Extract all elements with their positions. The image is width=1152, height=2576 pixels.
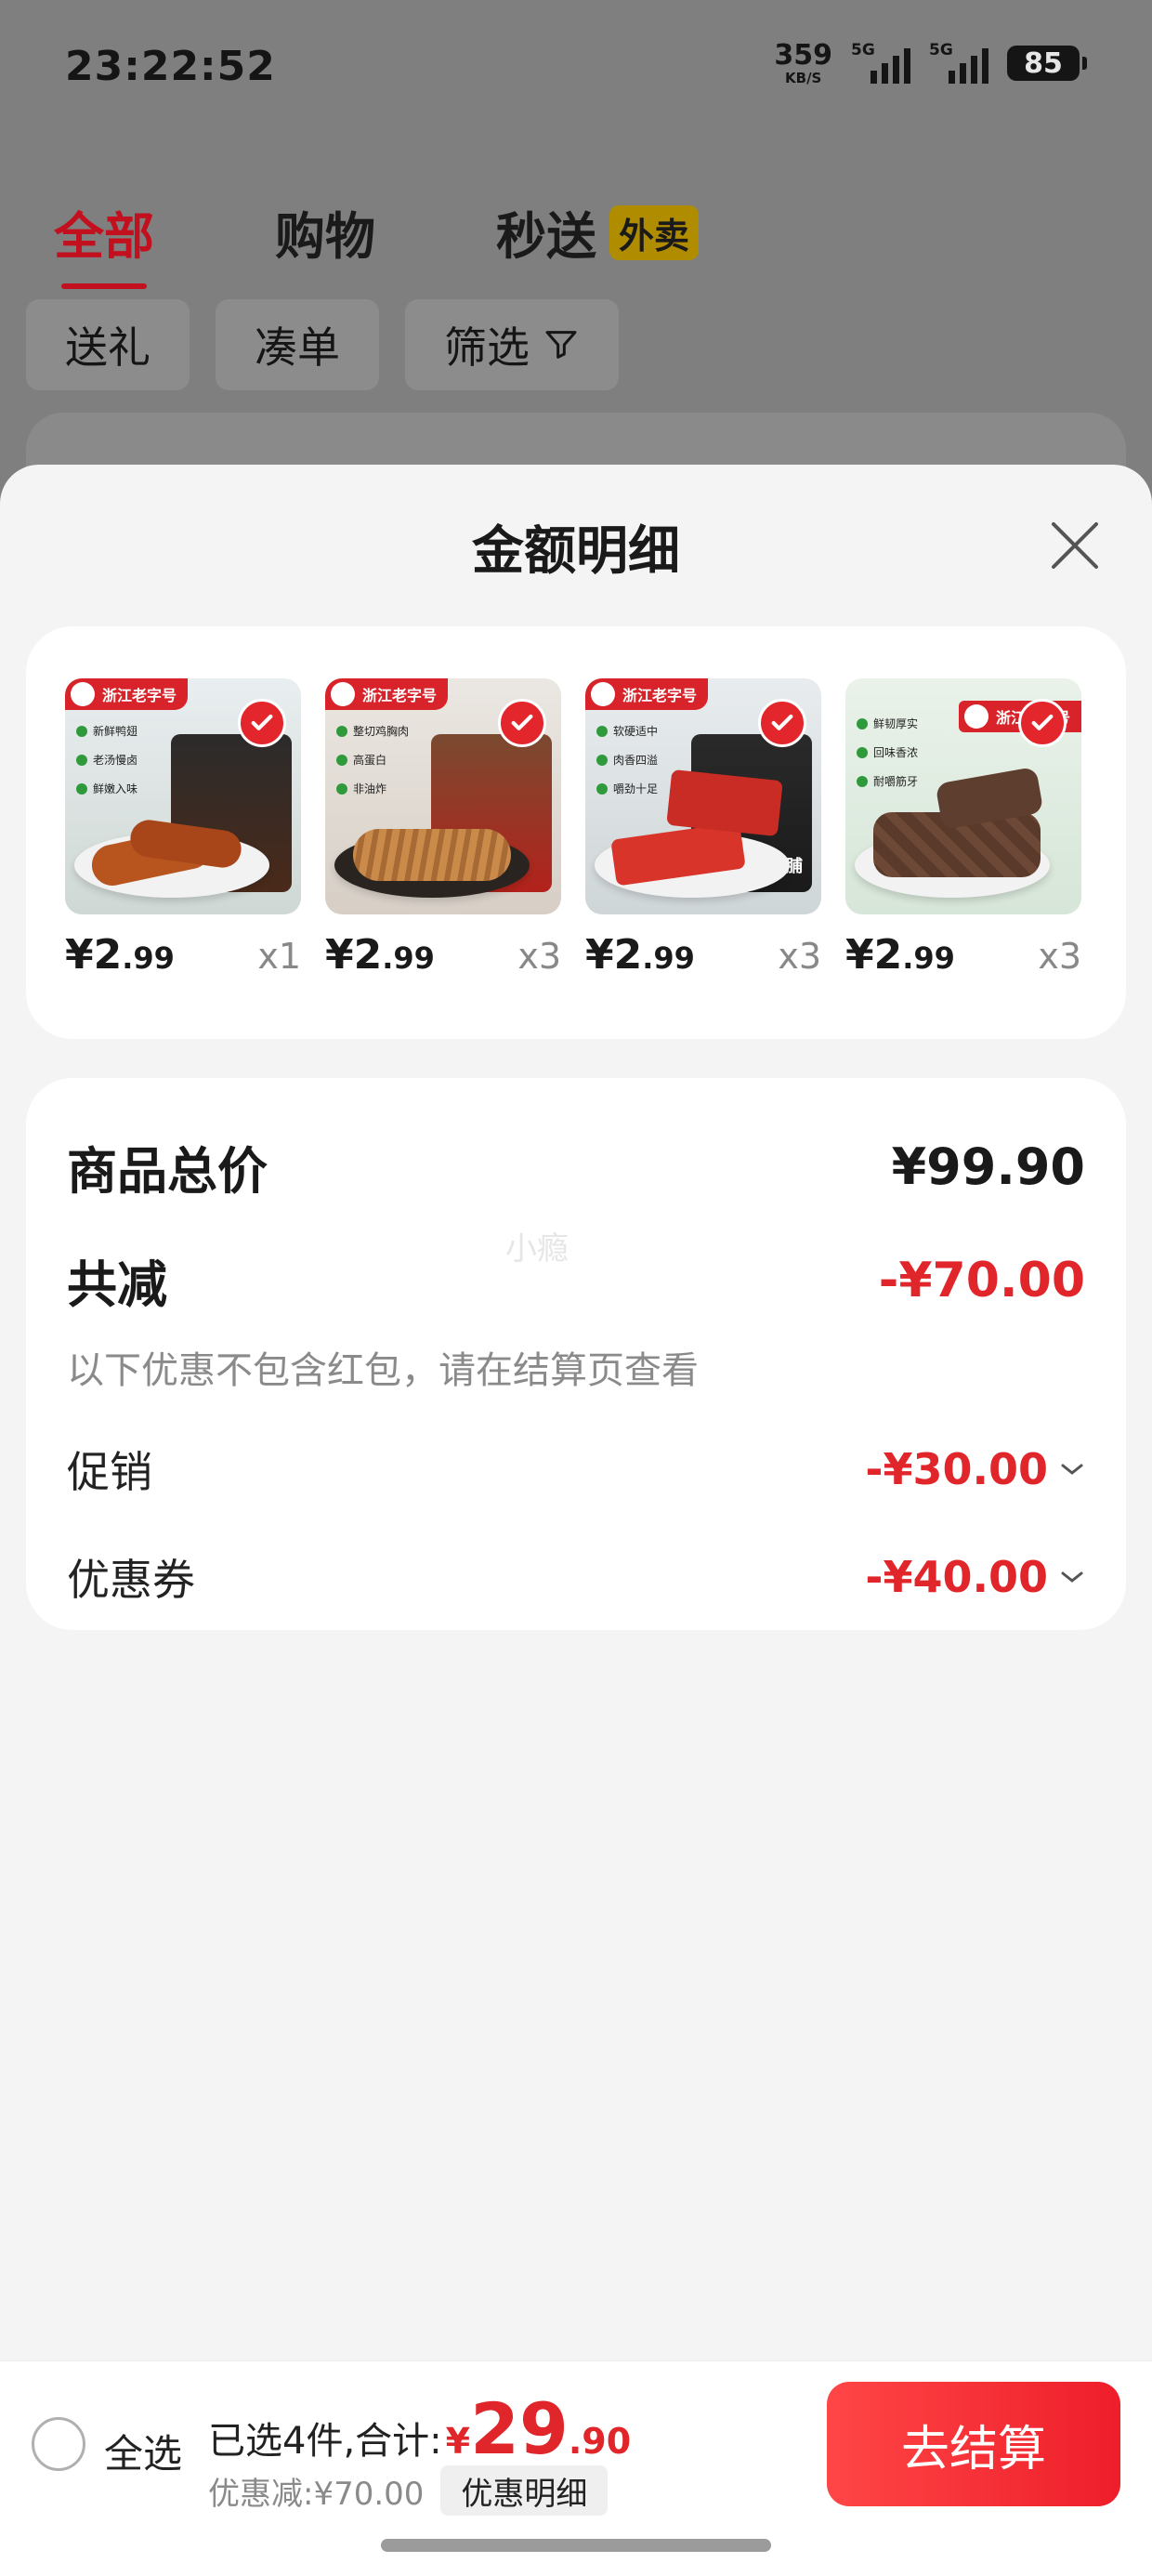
checkout-button[interactable]: 去结算 (827, 2382, 1120, 2506)
coupon-label: 优惠券 (67, 1555, 195, 1605)
clock: 23:22:52 (65, 43, 276, 90)
close-icon[interactable] (1044, 515, 1106, 576)
item-price: ¥2.99 (325, 931, 435, 979)
brand-label: 浙江老字号 (585, 678, 709, 710)
selected-count-text: 已选4件,合计: (208, 2420, 442, 2463)
filter-icon (545, 331, 577, 359)
checkmark-icon (1018, 699, 1067, 747)
checkmark-icon (498, 699, 546, 747)
chip-filter-label: 筛选 (444, 322, 530, 373)
promotion-row[interactable]: 促销 -¥30.00 (67, 1439, 1085, 1500)
tab-shopping[interactable]: 购物 (275, 195, 375, 269)
chevron-down-icon (1061, 1571, 1083, 1583)
chip-filter[interactable]: 筛选 (405, 299, 619, 390)
price-summary-card: 小瘾 商品总价 ¥99.90 共减 -¥70.00 以下优惠不包含红包，请在结算… (26, 1078, 1126, 1630)
select-all-radio[interactable] (32, 2417, 85, 2471)
selected-summary: 已选4件,合计: ¥ 29 .90 (208, 2387, 631, 2470)
network-speed-unit: KB/S (785, 69, 822, 86)
status-icons: 359 KB/S 5G 5G 85 (774, 38, 1087, 86)
feature-label: 肉香四溢 (596, 752, 658, 768)
sheet-title: 金额明细 (472, 521, 680, 582)
promotion-label: 促销 (67, 1447, 152, 1497)
item-price: ¥2.99 (65, 931, 175, 979)
product-image: 浙江老字号 整切鸡胸肉 高蛋白 非油炸 (325, 678, 561, 914)
feature-label: 整切鸡胸肉 (336, 723, 409, 739)
chip-add-on[interactable]: 凑单 (216, 299, 379, 390)
reduction-note: 以下优惠不包含红包，请在结算页查看 (67, 1349, 699, 1392)
item-card[interactable]: 浙江老字号 新鲜鸭翅 老汤慢卤 鲜嫩入味 ¥2.99 x1 (65, 678, 301, 979)
battery-icon: 85 (1007, 46, 1087, 81)
product-image: 浙江老字号 软硬适中 肉香四溢 嚼劲十足 猪肉脯 (585, 678, 821, 914)
item-quantity: x3 (1038, 936, 1081, 977)
network-speed: 359 KB/S (774, 38, 832, 86)
chip-gift[interactable]: 送礼 (26, 299, 190, 390)
total-price-label: 商品总价 (67, 1142, 268, 1201)
selected-items-card: 浙江老字号 新鲜鸭翅 老汤慢卤 鲜嫩入味 ¥2.99 x1 浙江老字号 整切鸡胸… (26, 626, 1126, 1039)
coupon-value: -¥40.00 (865, 1552, 1048, 1602)
item-card[interactable]: 浙江老字号 软硬适中 肉香四溢 嚼劲十足 猪肉脯 ¥2.99 x3 (585, 678, 821, 979)
tab-all[interactable]: 全部 (54, 195, 154, 289)
home-indicator[interactable] (381, 2539, 771, 2552)
select-all-label[interactable]: 全选 (104, 2423, 182, 2479)
coupon-row[interactable]: 优惠券 -¥40.00 (67, 1546, 1085, 1608)
brand-label: 浙江老字号 (325, 678, 449, 710)
amount-detail-sheet: 金额明细 浙江老字号 新鲜鸭翅 老汤慢卤 鲜嫩入味 ¥2.99 x1 浙江老字号… (0, 465, 1152, 2576)
currency-symbol: ¥ (445, 2421, 471, 2462)
feature-label: 鲜嫩入味 (76, 781, 137, 796)
chevron-down-icon (1061, 1464, 1083, 1475)
item-card[interactable]: 浙江老字号 整切鸡胸肉 高蛋白 非油炸 ¥2.99 x3 (325, 678, 561, 979)
signal-icon-2: 5G (929, 41, 988, 85)
status-bar: 23:22:52 359 KB/S 5G 5G 85 (0, 0, 1152, 139)
checkmark-icon (238, 699, 286, 747)
category-tabs: 全部 购物 秒送 外卖 (54, 195, 700, 289)
tab-instant-delivery[interactable]: 秒送 外卖 (496, 195, 700, 269)
feature-label: 老汤慢卤 (76, 752, 137, 768)
item-price: ¥2.99 (845, 931, 955, 979)
item-quantity: x3 (517, 936, 561, 977)
item-card[interactable]: 鲜韧厚实 回味香浓 耐嚼筋牙 浙江老字号 ¥2.99 x3 (845, 678, 1081, 979)
item-quantity: x1 (257, 936, 301, 977)
feature-label: 嚼劲十足 (596, 781, 658, 796)
feature-label: 耐嚼筋牙 (857, 773, 918, 789)
network-speed-value: 359 (774, 38, 832, 72)
feature-label: 高蛋白 (336, 752, 409, 768)
total-price-value: ¥99.90 (891, 1137, 1085, 1196)
total-reduction-value: -¥70.00 (878, 1252, 1085, 1308)
item-quantity: x3 (778, 936, 821, 977)
checkmark-icon (758, 699, 806, 747)
product-image: 浙江老字号 新鲜鸭翅 老汤慢卤 鲜嫩入味 (65, 678, 301, 914)
filter-chips: 送礼 凑单 筛选 (26, 299, 619, 390)
feature-label: 软硬适中 (596, 723, 658, 739)
feature-label: 回味香浓 (857, 744, 918, 760)
signal-icon: 5G (851, 41, 910, 85)
total-amount-decimal: .90 (568, 2421, 632, 2462)
feature-label: 鲜韧厚实 (857, 716, 918, 731)
discount-text: 优惠减:¥70.00 (208, 2475, 425, 2513)
promotion-value: -¥30.00 (865, 1444, 1048, 1494)
product-image: 鲜韧厚实 回味香浓 耐嚼筋牙 浙江老字号 (845, 678, 1081, 914)
discount-detail-button[interactable]: 优惠明细 (440, 2465, 609, 2516)
tab-instant-delivery-label: 秒送 (496, 207, 596, 266)
feature-label: 非油炸 (336, 781, 409, 796)
total-amount-integer: 29 (470, 2387, 569, 2470)
takeout-badge: 外卖 (609, 205, 700, 260)
total-reduction-label: 共减 (67, 1255, 167, 1314)
feature-label: 新鲜鸭翅 (76, 723, 137, 739)
item-price: ¥2.99 (585, 931, 695, 979)
brand-label: 浙江老字号 (65, 678, 189, 710)
